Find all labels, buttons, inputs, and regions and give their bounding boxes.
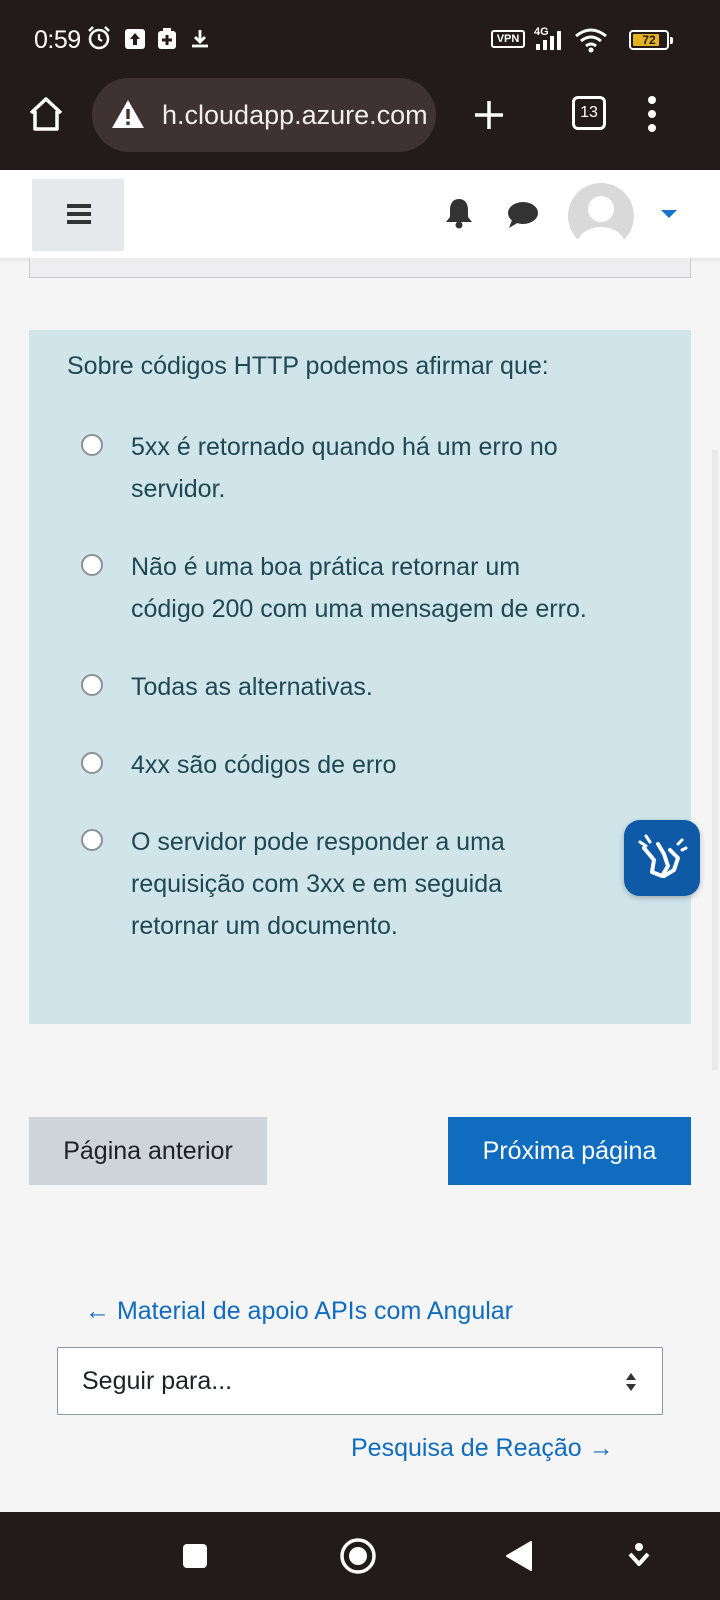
answer-label[interactable]: 4xx são códigos de erro (131, 744, 671, 786)
vpn-badge: VPN (491, 30, 525, 48)
new-tab-icon[interactable] (472, 98, 506, 132)
warning-icon[interactable] (110, 98, 146, 130)
answer-label-line: Não é uma boa prática retornar um (131, 553, 521, 581)
radio-button[interactable] (81, 554, 103, 576)
tab-switcher-button[interactable]: 13 (572, 96, 606, 130)
vlibras-hands-icon (638, 834, 688, 878)
radio-button[interactable] (81, 829, 103, 851)
battery-level: 72 (642, 33, 656, 47)
url-text[interactable]: h.cloudapp.azure.com (162, 100, 428, 131)
answer-label-line: O servidor pode responder a uma (131, 828, 505, 856)
hide-nav-icon[interactable] (627, 1542, 651, 1570)
jump-to-select[interactable]: Seguir para... (57, 1347, 663, 1415)
answer-label-line: código 200 com uma mensagem de erro. (131, 595, 587, 623)
previous-activity-link[interactable]: ← Material de apoio APIs com Angular (85, 1297, 513, 1326)
answer-label-line: 4xx são códigos de erro (131, 751, 397, 779)
user-avatar[interactable] (568, 183, 634, 249)
page-scrollbar[interactable] (712, 450, 718, 1070)
system-navigation-bar (0, 1512, 720, 1600)
home-circle-icon[interactable] (339, 1537, 377, 1575)
app-navbar (0, 170, 720, 258)
user-menu-caret-icon[interactable] (660, 208, 678, 220)
menu-kebab-icon[interactable] (645, 95, 659, 133)
notifications-bell-icon[interactable] (444, 196, 474, 230)
answer-label-line: Todas as alternativas. (131, 673, 373, 701)
download-icon (192, 30, 208, 48)
radio-button[interactable] (81, 434, 103, 456)
recents-square-icon[interactable] (181, 1542, 209, 1570)
question-card: Sobre códigos HTTP podemos afirmar que: … (29, 330, 691, 1024)
answer-label[interactable]: Não é uma boa prática retornar um código… (131, 546, 671, 630)
answer-label[interactable]: O servidor pode responder a uma requisiç… (131, 821, 671, 947)
messages-chat-icon[interactable] (506, 200, 540, 230)
answer-label-line: requisição com 3xx e em seguida (131, 870, 503, 898)
select-value: Seguir para... (82, 1367, 233, 1395)
question-text: Sobre códigos HTTP podemos afirmar que: (67, 352, 549, 380)
status-bar: 0:59 VPN 4G 72 (0, 0, 720, 78)
next-page-button[interactable]: Próxima página (448, 1117, 691, 1185)
back-triangle-icon[interactable] (505, 1540, 533, 1572)
radio-button[interactable] (81, 674, 103, 696)
previous-content-bottom (29, 258, 691, 278)
user-silhouette-icon (577, 196, 625, 249)
answer-label-line: servidor. (131, 475, 226, 503)
signal-icon (536, 31, 561, 50)
clock: 0:59 (34, 26, 81, 54)
radio-button[interactable] (81, 752, 103, 774)
answer-label-line: 5xx é retornado quando há um erro no (131, 433, 558, 461)
sim-toolkit-icon (158, 28, 176, 49)
menu-toggle-button[interactable] (32, 179, 124, 251)
upload-icon (125, 29, 145, 49)
battery-indicator: 72 (629, 30, 673, 50)
previous-page-button[interactable]: Página anterior (29, 1117, 267, 1185)
answer-label-line: retornar um documento. (131, 912, 398, 940)
select-arrows-icon (626, 1373, 636, 1391)
address-bar[interactable]: h.cloudapp.azure.com (92, 78, 436, 152)
answer-label[interactable]: 5xx é retornado quando há um erro no ser… (131, 426, 671, 510)
answer-label[interactable]: Todas as alternativas. (131, 666, 671, 708)
browser-toolbar: h.cloudapp.azure.com 13 (0, 78, 720, 170)
wifi-icon (575, 28, 607, 53)
home-icon[interactable] (27, 96, 65, 132)
next-activity-link[interactable]: Pesquisa de Reação → (351, 1434, 614, 1463)
accessibility-widget-button[interactable] (624, 820, 700, 896)
alarm-icon (88, 26, 110, 50)
